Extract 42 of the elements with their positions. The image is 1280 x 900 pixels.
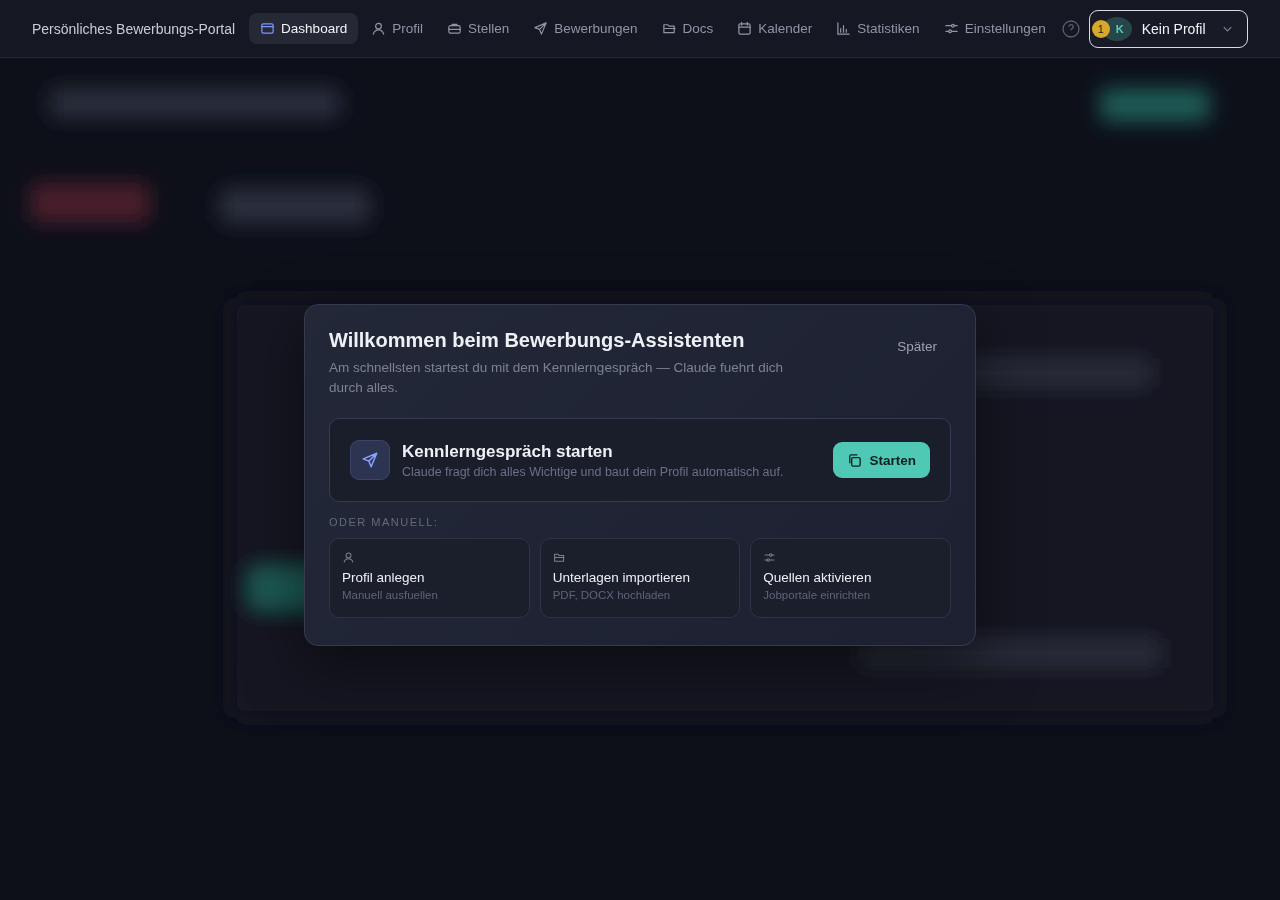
later-button[interactable]: Später xyxy=(897,329,951,354)
option-description: PDF, DOCX hochladen xyxy=(552,589,671,601)
nav-tab[interactable]: Docs xyxy=(650,13,725,44)
chevron-down-icon xyxy=(1221,24,1233,33)
copy-icon xyxy=(847,452,863,468)
option-description: Jobportale einrichten xyxy=(763,589,871,601)
card-description: Claude fragt dich alles Wichtige und baut dein Profil automatisch auf. xyxy=(402,464,785,479)
folder-icon xyxy=(552,551,566,564)
window-icon xyxy=(260,21,276,36)
sliders-icon xyxy=(763,551,777,564)
option-description: Manuell ausfuellen xyxy=(342,589,438,601)
paper-plane-icon xyxy=(350,440,390,480)
nav-tab[interactable]: Kalender xyxy=(726,13,824,44)
calendar-icon xyxy=(737,21,753,36)
nav-tab[interactable]: Dashboard xyxy=(249,13,359,44)
app-title: Persönliches Bewerbungs-Portal xyxy=(32,20,236,37)
paper-plane-icon xyxy=(533,21,549,36)
sliders-icon xyxy=(943,21,959,36)
notification-badge: 1 xyxy=(1091,19,1110,38)
option-card[interactable]: Profil anlegen Manuell ausfuellen xyxy=(329,538,530,618)
nav-tab[interactable]: Statistiken xyxy=(825,13,931,44)
option-card[interactable]: Unterlagen importieren PDF, DOCX hochladen xyxy=(539,538,741,618)
briefcase-icon xyxy=(446,21,462,36)
start-button[interactable]: Starten xyxy=(833,442,930,478)
dialog-subtitle: Am schnellsten startest du mit dem Kennlerngespräch — Claude fuehrt dich durch alles. xyxy=(329,359,784,397)
folder-icon xyxy=(661,21,677,36)
nav-tab[interactable]: Einstellungen xyxy=(932,13,1057,44)
section-label: ODER MANUELL: xyxy=(329,516,440,528)
option-title: Unterlagen importieren xyxy=(552,570,690,585)
bar-chart-icon xyxy=(836,21,852,36)
help-icon[interactable] xyxy=(1060,18,1081,39)
nav-tab[interactable]: Profil xyxy=(360,13,434,44)
card-title: Kennlerngespräch starten xyxy=(402,441,614,462)
person-icon xyxy=(342,551,355,564)
person-icon xyxy=(371,21,387,36)
dialog-title: Willkommen beim Bewerbungs-Assistenten xyxy=(329,329,746,352)
option-title: Quellen aktivieren xyxy=(763,570,872,585)
nav-tab[interactable]: Bewerbungen xyxy=(522,13,649,44)
option-title: Profil anlegen xyxy=(342,570,425,585)
nav-tab[interactable]: Stellen xyxy=(435,13,521,44)
option-card[interactable]: Quellen aktivieren Jobportale einrichten xyxy=(750,538,951,618)
profile-menu-button[interactable]: 1 K Kein Profil xyxy=(1088,9,1248,48)
